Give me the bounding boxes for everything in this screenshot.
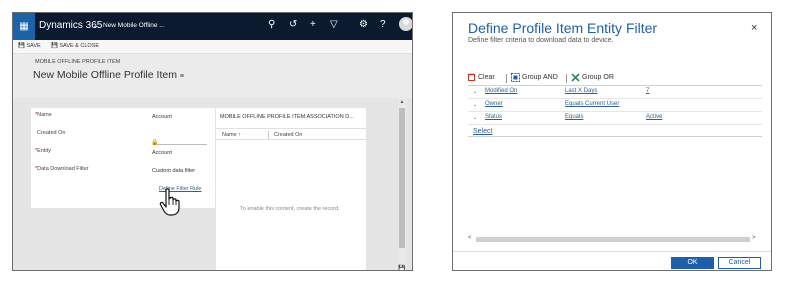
avatar[interactable] xyxy=(399,17,412,31)
scroll-left-arrow-icon[interactable]: < xyxy=(468,235,472,241)
group-or-label: Group OR xyxy=(582,74,614,81)
group-or-button[interactable]: Group OR xyxy=(571,73,614,82)
criteria-field[interactable]: Status xyxy=(485,114,502,120)
form-selector-icon[interactable]: ≡ xyxy=(180,73,184,80)
criteria-row[interactable]: ⌄ Status Equals Active xyxy=(468,112,762,125)
data-download-filter-field[interactable]: Custom data filter xyxy=(152,168,195,174)
entity-field[interactable]: Account xyxy=(152,150,172,156)
criteria-row[interactable]: ⌄ Modified On Last X Days 7 xyxy=(468,86,762,99)
association-subgrid: MOBILE OFFLINE PROFILE ITEM ASSOCIATION … xyxy=(216,108,366,270)
help-icon[interactable]: ? xyxy=(380,19,386,30)
dynamics-form-screenshot: ▦ Dynamics 365 ⌄ New Mobile Offline ... … xyxy=(12,12,413,271)
scroll-right-arrow-icon[interactable]: > xyxy=(752,235,756,241)
save-label: SAVE xyxy=(26,43,41,49)
criteria-operator[interactable]: Last X Days xyxy=(565,88,597,94)
group-and-label: Group AND xyxy=(522,74,558,81)
horizontal-scrollbar[interactable]: < > xyxy=(468,235,760,244)
save-button[interactable]: 💾 SAVE xyxy=(18,43,41,49)
scrollbar-thumb[interactable] xyxy=(476,237,750,242)
criteria-field[interactable]: Owner xyxy=(485,101,503,107)
page-title: New Mobile Offline Profile Item ≡ xyxy=(33,69,184,81)
hand-cursor-icon xyxy=(159,188,180,216)
created-on-field xyxy=(157,144,207,145)
criteria-operator[interactable]: Equals Current User xyxy=(565,101,619,107)
row-menu-chevron-icon[interactable]: ⌄ xyxy=(473,102,477,108)
subgrid-header: Name ↑ Created On xyxy=(216,128,366,140)
select-field-link[interactable]: Select xyxy=(473,128,492,135)
subgrid-empty-message: To enable this content, create the recor… xyxy=(240,206,340,212)
save-close-button[interactable]: 💾 SAVE & CLOSE xyxy=(51,43,99,49)
record-title-text: New Mobile Offline Profile Item xyxy=(33,69,177,81)
record-header: MOBILE OFFLINE PROFILE ITEM New Mobile O… xyxy=(13,54,412,98)
top-navigation-bar: ▦ Dynamics 365 ⌄ New Mobile Offline ... … xyxy=(13,13,412,40)
command-bar: 💾 SAVE 💾 SAVE & CLOSE xyxy=(13,40,412,54)
column-divider xyxy=(268,131,269,139)
ok-button[interactable]: OK xyxy=(671,257,714,269)
dialog-footer: OK Cancel xyxy=(453,251,771,270)
group-and-icon xyxy=(511,73,520,82)
plus-icon[interactable]: + xyxy=(310,19,316,30)
criteria-field[interactable]: Modified On xyxy=(485,88,517,94)
save-icon: 💾 xyxy=(18,43,25,49)
chevron-down-icon[interactable]: ⌄ xyxy=(92,21,99,30)
entity-filter-dialog: Define Profile Item Entity Filter Define… xyxy=(452,12,772,271)
clear-icon xyxy=(468,73,475,81)
row-menu-chevron-icon[interactable]: ⌄ xyxy=(473,89,477,95)
dialog-title: Define Profile Item Entity Filter xyxy=(468,20,658,36)
vertical-scrollbar[interactable]: ▲ xyxy=(398,98,406,270)
criteria-row[interactable]: ⌄ Owner Equals Current User xyxy=(468,99,762,112)
status-save-icon[interactable]: 💾 xyxy=(398,265,405,270)
entity-field-label: *Entity xyxy=(35,148,51,154)
criteria-operator[interactable]: Equals xyxy=(565,114,583,120)
filter-icon[interactable]: ▽ xyxy=(330,19,338,30)
subgrid-title: MOBILE OFFLINE PROFILE ITEM ASSOCIATION … xyxy=(220,114,354,120)
group-and-button[interactable]: Group AND xyxy=(511,73,558,82)
row-menu-chevron-icon[interactable]: ⌄ xyxy=(473,115,477,121)
general-section: *Name Account Created On 🔒 *Entity Accou… xyxy=(31,108,215,216)
toolbar-divider xyxy=(506,74,507,83)
column-header-name[interactable]: Name ↑ xyxy=(222,132,241,138)
column-header-created-on[interactable]: Created On xyxy=(274,132,302,138)
history-icon[interactable]: ↺ xyxy=(289,19,297,30)
filter-criteria-grid: ⌄ Modified On Last X Days 7 ⌄ Owner Equa… xyxy=(468,85,762,137)
scrollbar-thumb[interactable] xyxy=(399,108,405,248)
created-on-label: Created On xyxy=(37,130,66,136)
user-silhouette-icon xyxy=(403,19,409,25)
save-close-label: SAVE & CLOSE xyxy=(59,43,100,49)
entity-type-label: MOBILE OFFLINE PROFILE ITEM xyxy=(35,59,121,65)
filter-toolbar: Clear Group AND Group OR xyxy=(468,73,758,85)
name-field[interactable]: Account xyxy=(152,114,172,120)
save-close-icon: 💾 xyxy=(51,43,58,49)
clear-label: Clear xyxy=(478,73,495,81)
toolbar-divider xyxy=(566,74,567,83)
criteria-value[interactable]: Active xyxy=(646,114,662,120)
search-icon[interactable]: ⚲ xyxy=(268,19,275,30)
criteria-value[interactable]: 7 xyxy=(646,88,649,94)
close-icon[interactable]: × xyxy=(751,22,757,34)
gear-icon[interactable]: ⚙ xyxy=(359,19,368,30)
name-field-label: *Name xyxy=(35,112,52,118)
form-body: *Name Account Created On 🔒 *Entity Accou… xyxy=(13,98,412,270)
record-breadcrumb[interactable]: New Mobile Offline ... xyxy=(103,22,165,29)
dialog-subtitle: Define filter criteria to download data … xyxy=(468,37,614,44)
data-download-filter-label: *Data Download Filter xyxy=(35,166,89,172)
scroll-up-arrow-icon[interactable]: ▲ xyxy=(398,99,406,105)
cancel-button[interactable]: Cancel xyxy=(718,257,761,269)
clear-button[interactable]: Clear xyxy=(468,73,495,81)
app-launcher-icon[interactable]: ▦ xyxy=(13,13,35,40)
group-or-icon xyxy=(571,73,580,82)
